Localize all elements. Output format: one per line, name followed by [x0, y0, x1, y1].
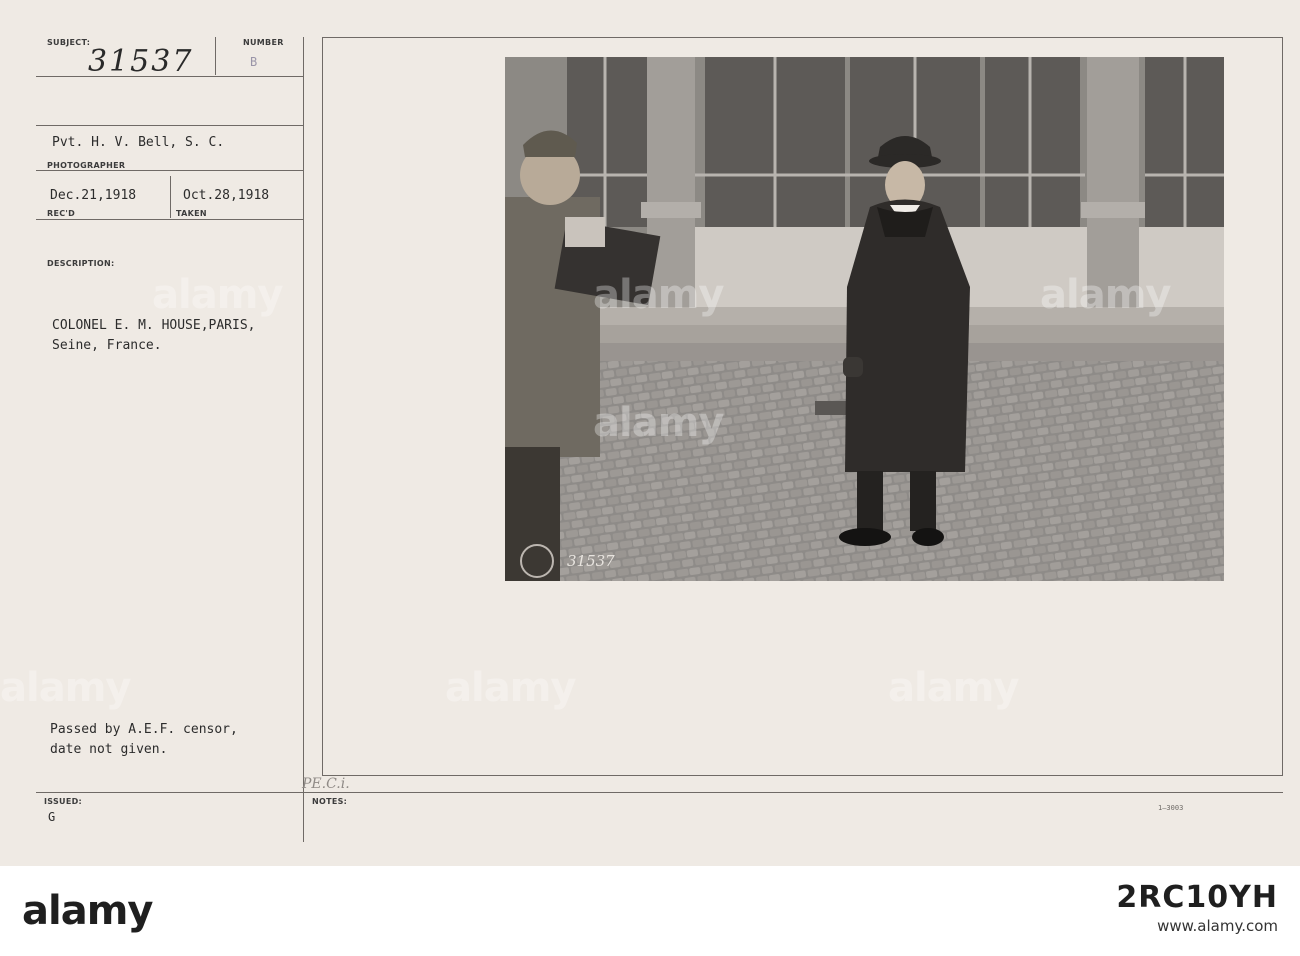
number-label: NUMBER [243, 38, 284, 47]
column-divider [303, 37, 304, 842]
issued-value: G [48, 810, 56, 824]
archive-stamp-icon [520, 544, 554, 578]
frame-top [322, 37, 1283, 38]
footer-logo: alamy [22, 888, 153, 934]
pencil-initials: PE.C.i. [302, 776, 350, 792]
stock-footer: alamy 2RC10YH www.alamy.com [0, 866, 1300, 956]
photographer-top-rule [36, 125, 304, 126]
watermark-2: alamy [593, 272, 724, 318]
negative-number: 31537 [567, 552, 615, 570]
subject-number: 31537 [88, 44, 194, 79]
issued-label: ISSUED: [44, 797, 83, 806]
issued-rule [36, 792, 1283, 793]
taken-date: Oct.28,1918 [183, 188, 270, 203]
received-date: Dec.21,1918 [50, 188, 137, 203]
watermark-3: alamy [1040, 272, 1171, 318]
taken-label: TAKEN [176, 209, 207, 218]
watermark-7: alamy [593, 400, 724, 446]
frame-left [322, 37, 323, 775]
censor-note: Passed by A.E.F. censor, date not given. [50, 722, 238, 757]
received-label: REC'D [47, 209, 76, 218]
photograph [505, 57, 1224, 581]
watermark-1: alamy [152, 272, 283, 318]
notes-label: NOTES: [312, 797, 348, 806]
photographer-rule [36, 170, 304, 171]
frame-bottom [322, 775, 1283, 776]
dates-rule [36, 219, 304, 220]
description-text: COLONEL E. M. HOUSE,PARIS, Seine, France… [52, 318, 256, 353]
subject-label: SUBJECT: [47, 38, 91, 47]
subject-number-divider [215, 37, 216, 75]
archive-card: SUBJECT: 31537 NUMBER B Pvt. H. V. Bell,… [0, 0, 1300, 866]
frame-right [1282, 37, 1283, 775]
photographer-name: Pvt. H. V. Bell, S. C. [52, 135, 225, 150]
number-mark: B [250, 55, 258, 69]
footer-code: 2RC10YH www.alamy.com [1116, 880, 1278, 935]
watermark-4: alamy [0, 665, 131, 711]
footer-url: www.alamy.com [1157, 917, 1278, 935]
form-code: 1—3003 [1158, 804, 1184, 812]
photographer-label: PHOTOGRAPHER [47, 161, 126, 170]
photograph-scene [505, 57, 1224, 581]
image-id: 2RC10YH [1116, 880, 1278, 915]
dates-divider [170, 176, 171, 218]
description-label: DESCRIPTION: [47, 259, 115, 268]
watermark-6: alamy [888, 665, 1019, 711]
watermark-5: alamy [445, 665, 576, 711]
